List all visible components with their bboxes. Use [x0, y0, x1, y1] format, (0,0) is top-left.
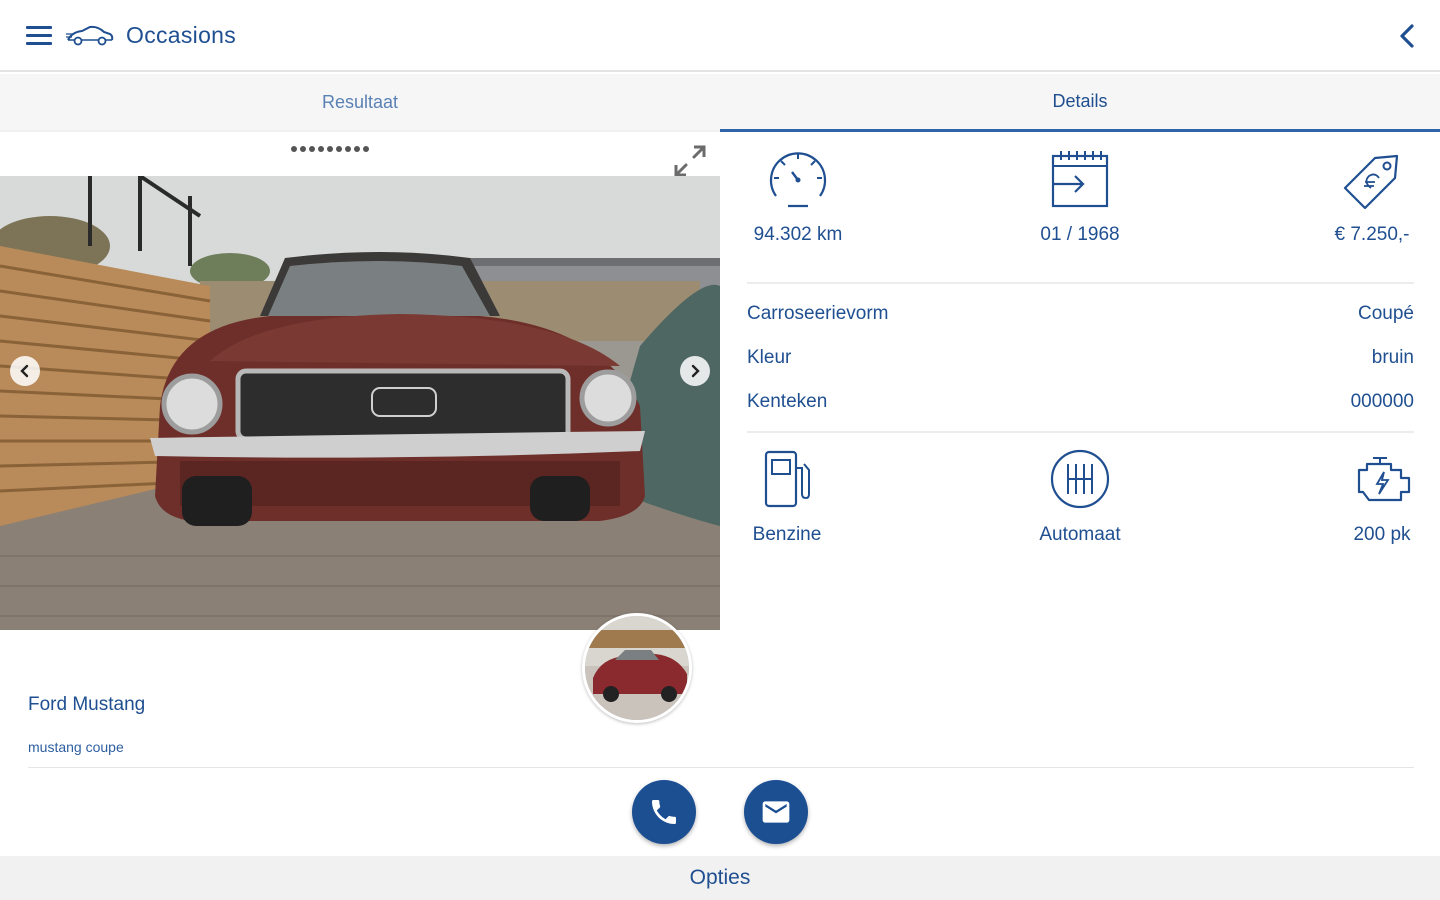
- pager-dot[interactable]: [309, 146, 315, 152]
- spec-row-color: Kleur bruin: [747, 347, 1414, 377]
- fuel-stat: Benzine: [687, 448, 887, 546]
- registration-value: 01 / 1968: [1040, 224, 1120, 245]
- pager-dot[interactable]: [318, 146, 324, 152]
- calendar-icon: [1051, 151, 1109, 208]
- car-name: Ford Mustang: [28, 694, 146, 715]
- next-image-button[interactable]: [680, 356, 710, 386]
- spec-label: Kenteken: [747, 391, 828, 412]
- fuel-value: Benzine: [752, 524, 822, 545]
- options-footer[interactable]: Opties: [0, 856, 1440, 900]
- tab-resultaat[interactable]: Resultaat: [0, 74, 720, 132]
- mileage-stat: 94.302 km: [698, 148, 898, 246]
- chevron-left-icon[interactable]: [1396, 22, 1418, 50]
- spec-value: Coupé: [1358, 303, 1414, 324]
- mileage-value: 94.302 km: [753, 224, 843, 245]
- gallery-pager-dots: [291, 146, 369, 154]
- pager-dot[interactable]: [363, 146, 369, 152]
- spec-row-license-plate: Kenteken 000000: [747, 391, 1414, 421]
- top-app-bar: Occasions: [0, 0, 1440, 72]
- price-stat: € 7.250,-: [1272, 148, 1440, 246]
- engine-icon: [1357, 457, 1411, 502]
- tab-bar: Resultaat Details: [0, 74, 1440, 132]
- fuel-pump-icon: [764, 450, 810, 508]
- car-subtitle: mustang coupe: [28, 739, 124, 755]
- pager-dot[interactable]: [327, 146, 333, 152]
- call-button[interactable]: [632, 780, 696, 844]
- spec-row-body-type: Carroseerievorm Coupé: [747, 303, 1414, 333]
- spec-value: 000000: [1350, 391, 1414, 412]
- dealer-thumbnail[interactable]: [582, 613, 692, 723]
- previous-image-button[interactable]: [10, 356, 40, 386]
- pager-dot[interactable]: [300, 146, 306, 152]
- app-title: Occasions: [126, 22, 237, 48]
- speedometer-icon: [769, 152, 827, 208]
- tab-details[interactable]: Details: [720, 74, 1440, 132]
- car-photo-illustration: [0, 176, 720, 630]
- divider: [28, 767, 1414, 768]
- pager-dot[interactable]: [354, 146, 360, 152]
- chevron-left-icon: [20, 364, 29, 378]
- divider: [747, 282, 1414, 284]
- pager-dot[interactable]: [291, 146, 297, 152]
- pager-dot[interactable]: [345, 146, 351, 152]
- chevron-right-icon: [691, 364, 700, 378]
- transmission-value: Automaat: [1039, 524, 1121, 545]
- spec-value: bruin: [1371, 347, 1414, 368]
- spec-label: Kleur: [747, 347, 792, 368]
- hamburger-menu-icon[interactable]: [26, 26, 52, 46]
- price-value: € 7.250,-: [1334, 224, 1410, 245]
- gearbox-icon: [1050, 449, 1110, 509]
- transmission-stat: Automaat: [980, 448, 1180, 546]
- thumbnail-illustration: [585, 616, 689, 720]
- registration-stat: 01 / 1968: [980, 148, 1180, 246]
- car-photo[interactable]: [0, 176, 720, 630]
- mail-icon: [762, 801, 790, 823]
- price-tag-icon: [1343, 154, 1399, 210]
- power-value: 200 pk: [1353, 524, 1411, 545]
- email-button[interactable]: [744, 780, 808, 844]
- options-label: Opties: [689, 866, 751, 889]
- pager-dot[interactable]: [336, 146, 342, 152]
- power-stat: 200 pk: [1282, 448, 1440, 546]
- divider: [747, 431, 1414, 433]
- phone-icon: [652, 800, 676, 824]
- spec-label: Carroseerievorm: [747, 303, 889, 324]
- car-logo-icon: [66, 25, 114, 46]
